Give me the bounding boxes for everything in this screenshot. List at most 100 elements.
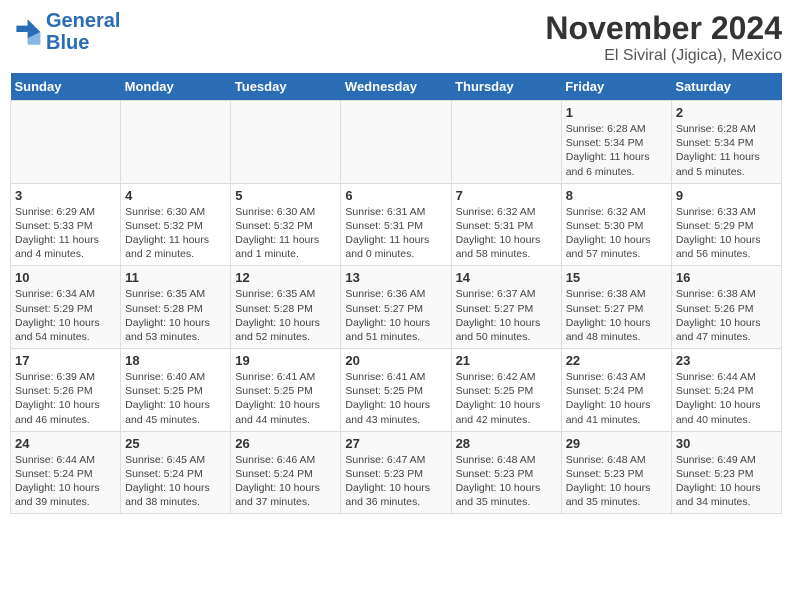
logo-line1: General: [46, 10, 120, 32]
header-monday: Monday: [121, 73, 231, 101]
day-number: 27: [345, 436, 446, 451]
day-info: Sunrise: 6:35 AM Sunset: 5:28 PM Dayligh…: [235, 287, 336, 344]
day-number: 10: [15, 270, 116, 285]
calendar-cell: 6 Sunrise: 6:31 AM Sunset: 5:31 PM Daylig…: [341, 183, 451, 266]
day-info: Sunrise: 6:39 AM Sunset: 5:26 PM Dayligh…: [15, 370, 116, 427]
day-number: 3: [15, 188, 116, 203]
calendar-cell: 15 Sunrise: 6:38 AM Sunset: 5:27 PM Dayli…: [561, 266, 671, 349]
calendar-cell: 2 Sunrise: 6:28 AM Sunset: 5:34 PM Daylig…: [671, 101, 781, 184]
calendar-cell: 10 Sunrise: 6:34 AM Sunset: 5:29 PM Dayli…: [11, 266, 121, 349]
calendar-cell: 18 Sunrise: 6:40 AM Sunset: 5:25 PM Dayli…: [121, 349, 231, 432]
day-number: 29: [566, 436, 667, 451]
calendar-cell: 8Sunrise: 6:32 AM Sunset: 5:30 PM Daylig…: [561, 183, 671, 266]
calendar-week-row: 1 Sunrise: 6:28 AM Sunset: 5:34 PM Daylig…: [11, 101, 782, 184]
title-block: November 2024 El Siviral (Jigica), Mexic…: [545, 10, 782, 65]
day-number: 21: [456, 353, 557, 368]
calendar-week-row: 17Sunrise: 6:39 AM Sunset: 5:26 PM Dayli…: [11, 349, 782, 432]
calendar-cell: 21 Sunrise: 6:42 AM Sunset: 5:25 PM Dayli…: [451, 349, 561, 432]
logo-line2: Blue: [46, 32, 89, 54]
calendar-cell: 3 Sunrise: 6:29 AM Sunset: 5:33 PM Daylig…: [11, 183, 121, 266]
day-info: Sunrise: 6:34 AM Sunset: 5:29 PM Dayligh…: [15, 287, 116, 344]
calendar-cell: 29 Sunrise: 6:48 AM Sunset: 5:23 PM Dayli…: [561, 431, 671, 514]
calendar-table: SundayMondayTuesdayWednesdayThursdayFrid…: [10, 73, 782, 514]
day-number: 13: [345, 270, 446, 285]
calendar-cell: 9Sunrise: 6:33 AM Sunset: 5:29 PM Daylig…: [671, 183, 781, 266]
header-tuesday: Tuesday: [231, 73, 341, 101]
calendar-cell: 16 Sunrise: 6:38 AM Sunset: 5:26 PM Dayli…: [671, 266, 781, 349]
day-info: Sunrise: 6:40 AM Sunset: 5:25 PM Dayligh…: [125, 370, 226, 427]
day-info: Sunrise: 6:41 AM Sunset: 5:25 PM Dayligh…: [235, 370, 336, 427]
calendar-cell: 5 Sunrise: 6:30 AM Sunset: 5:32 PM Daylig…: [231, 183, 341, 266]
day-number: 4: [125, 188, 226, 203]
calendar-cell: [121, 101, 231, 184]
day-number: 28: [456, 436, 557, 451]
calendar-cell: [451, 101, 561, 184]
page-subtitle: El Siviral (Jigica), Mexico: [545, 47, 782, 65]
calendar-cell: 7 Sunrise: 6:32 AM Sunset: 5:31 PM Daylig…: [451, 183, 561, 266]
day-number: 26: [235, 436, 336, 451]
calendar-cell: [11, 101, 121, 184]
day-number: 5: [235, 188, 336, 203]
calendar-cell: 13 Sunrise: 6:36 AM Sunset: 5:27 PM Dayli…: [341, 266, 451, 349]
day-number: 2: [676, 105, 777, 120]
day-info: Sunrise: 6:30 AM Sunset: 5:32 PM Dayligh…: [235, 205, 336, 262]
day-info: Sunrise: 6:31 AM Sunset: 5:31 PM Dayligh…: [345, 205, 446, 262]
day-number: 1: [566, 105, 667, 120]
page-header: General Blue November 2024 El Siviral (J…: [10, 10, 782, 65]
calendar-week-row: 3 Sunrise: 6:29 AM Sunset: 5:33 PM Daylig…: [11, 183, 782, 266]
logo-icon: [10, 16, 42, 48]
day-number: 19: [235, 353, 336, 368]
calendar-cell: 23Sunrise: 6:44 AM Sunset: 5:24 PM Dayli…: [671, 349, 781, 432]
calendar-cell: 4 Sunrise: 6:30 AM Sunset: 5:32 PM Daylig…: [121, 183, 231, 266]
day-info: Sunrise: 6:48 AM Sunset: 5:23 PM Dayligh…: [566, 453, 667, 510]
day-info: Sunrise: 6:49 AM Sunset: 5:23 PM Dayligh…: [676, 453, 777, 510]
day-number: 7: [456, 188, 557, 203]
page-title: November 2024: [545, 10, 782, 47]
day-info: Sunrise: 6:29 AM Sunset: 5:33 PM Dayligh…: [15, 205, 116, 262]
day-number: 15: [566, 270, 667, 285]
calendar-cell: 25Sunrise: 6:45 AM Sunset: 5:24 PM Dayli…: [121, 431, 231, 514]
header-thursday: Thursday: [451, 73, 561, 101]
calendar-cell: 20 Sunrise: 6:41 AM Sunset: 5:25 PM Dayli…: [341, 349, 451, 432]
day-number: 11: [125, 270, 226, 285]
day-info: Sunrise: 6:32 AM Sunset: 5:31 PM Dayligh…: [456, 205, 557, 262]
calendar-cell: 24Sunrise: 6:44 AM Sunset: 5:24 PM Dayli…: [11, 431, 121, 514]
day-number: 20: [345, 353, 446, 368]
calendar-cell: 27 Sunrise: 6:47 AM Sunset: 5:23 PM Dayli…: [341, 431, 451, 514]
calendar-week-row: 24Sunrise: 6:44 AM Sunset: 5:24 PM Dayli…: [11, 431, 782, 514]
day-info: Sunrise: 6:41 AM Sunset: 5:25 PM Dayligh…: [345, 370, 446, 427]
day-info: Sunrise: 6:32 AM Sunset: 5:30 PM Dayligh…: [566, 205, 667, 262]
calendar-header-row: SundayMondayTuesdayWednesdayThursdayFrid…: [11, 73, 782, 101]
day-info: Sunrise: 6:38 AM Sunset: 5:26 PM Dayligh…: [676, 287, 777, 344]
header-wednesday: Wednesday: [341, 73, 451, 101]
calendar-cell: 28Sunrise: 6:48 AM Sunset: 5:23 PM Dayli…: [451, 431, 561, 514]
calendar-cell: 30 Sunrise: 6:49 AM Sunset: 5:23 PM Dayli…: [671, 431, 781, 514]
day-number: 12: [235, 270, 336, 285]
day-info: Sunrise: 6:46 AM Sunset: 5:24 PM Dayligh…: [235, 453, 336, 510]
calendar-week-row: 10 Sunrise: 6:34 AM Sunset: 5:29 PM Dayli…: [11, 266, 782, 349]
calendar-cell: [231, 101, 341, 184]
calendar-cell: 14Sunrise: 6:37 AM Sunset: 5:27 PM Dayli…: [451, 266, 561, 349]
day-info: Sunrise: 6:28 AM Sunset: 5:34 PM Dayligh…: [676, 122, 777, 179]
calendar-cell: 19 Sunrise: 6:41 AM Sunset: 5:25 PM Dayli…: [231, 349, 341, 432]
header-friday: Friday: [561, 73, 671, 101]
day-info: Sunrise: 6:44 AM Sunset: 5:24 PM Dayligh…: [15, 453, 116, 510]
logo-text: General Blue: [46, 10, 120, 54]
day-number: 14: [456, 270, 557, 285]
day-info: Sunrise: 6:38 AM Sunset: 5:27 PM Dayligh…: [566, 287, 667, 344]
day-number: 22: [566, 353, 667, 368]
day-number: 18: [125, 353, 226, 368]
calendar-cell: 17Sunrise: 6:39 AM Sunset: 5:26 PM Dayli…: [11, 349, 121, 432]
day-number: 30: [676, 436, 777, 451]
day-info: Sunrise: 6:45 AM Sunset: 5:24 PM Dayligh…: [125, 453, 226, 510]
day-info: Sunrise: 6:43 AM Sunset: 5:24 PM Dayligh…: [566, 370, 667, 427]
calendar-cell: 26 Sunrise: 6:46 AM Sunset: 5:24 PM Dayli…: [231, 431, 341, 514]
day-info: Sunrise: 6:36 AM Sunset: 5:27 PM Dayligh…: [345, 287, 446, 344]
day-info: Sunrise: 6:30 AM Sunset: 5:32 PM Dayligh…: [125, 205, 226, 262]
day-info: Sunrise: 6:42 AM Sunset: 5:25 PM Dayligh…: [456, 370, 557, 427]
header-sunday: Sunday: [11, 73, 121, 101]
day-number: 16: [676, 270, 777, 285]
day-info: Sunrise: 6:47 AM Sunset: 5:23 PM Dayligh…: [345, 453, 446, 510]
day-number: 6: [345, 188, 446, 203]
day-number: 23: [676, 353, 777, 368]
